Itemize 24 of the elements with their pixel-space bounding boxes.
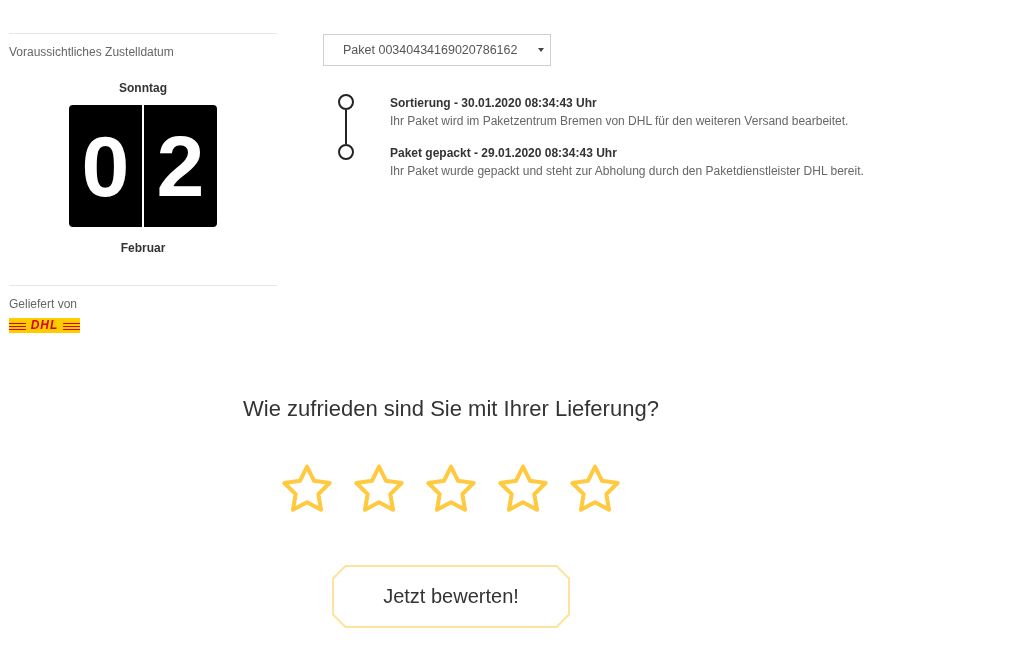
- weekday-label: Sonntag: [118, 80, 168, 96]
- digit-tile: 2: [144, 105, 217, 227]
- star-icon[interactable]: [426, 464, 476, 514]
- ring-icon: [338, 94, 354, 110]
- carrier-logo: DHL: [9, 318, 80, 333]
- carrier-label: Geliefert von: [9, 296, 79, 312]
- timeline-connector: [345, 110, 347, 144]
- digit-tile: 0: [69, 105, 142, 227]
- star-icon[interactable]: [570, 464, 620, 514]
- star-rating[interactable]: [282, 464, 620, 514]
- event-title: Sortierung - 30.01.2020 08:34:43 Uhr: [390, 95, 598, 112]
- event-description: Ihr Paket wurde gepackt und steht zur Abholung durch den Paketdienstleister DHL bereit.: [390, 163, 864, 180]
- rate-button[interactable]: Jetzt bewerten!: [332, 565, 570, 628]
- ring-icon: [338, 144, 354, 160]
- caret-icon: [538, 48, 544, 52]
- date-label: Voraussichtliches Zustelldatum: [9, 44, 175, 60]
- star-icon[interactable]: [498, 464, 548, 514]
- month-label: Februar: [119, 240, 167, 256]
- rating-question: Wie zufrieden sind Sie mit Ihrer Lieferung?: [243, 396, 659, 422]
- event-title: Paket gepackt - 29.01.2020 08:34:43 Uhr: [390, 145, 618, 162]
- event-description: Ihr Paket wird im Paketzentrum Bremen von DHL für den weiteren Versand bearbeitet.: [390, 113, 849, 130]
- star-icon[interactable]: [354, 464, 404, 514]
- package-dropdown[interactable]: Paket 00340434169020786162: [323, 34, 551, 66]
- star-icon[interactable]: [282, 464, 332, 514]
